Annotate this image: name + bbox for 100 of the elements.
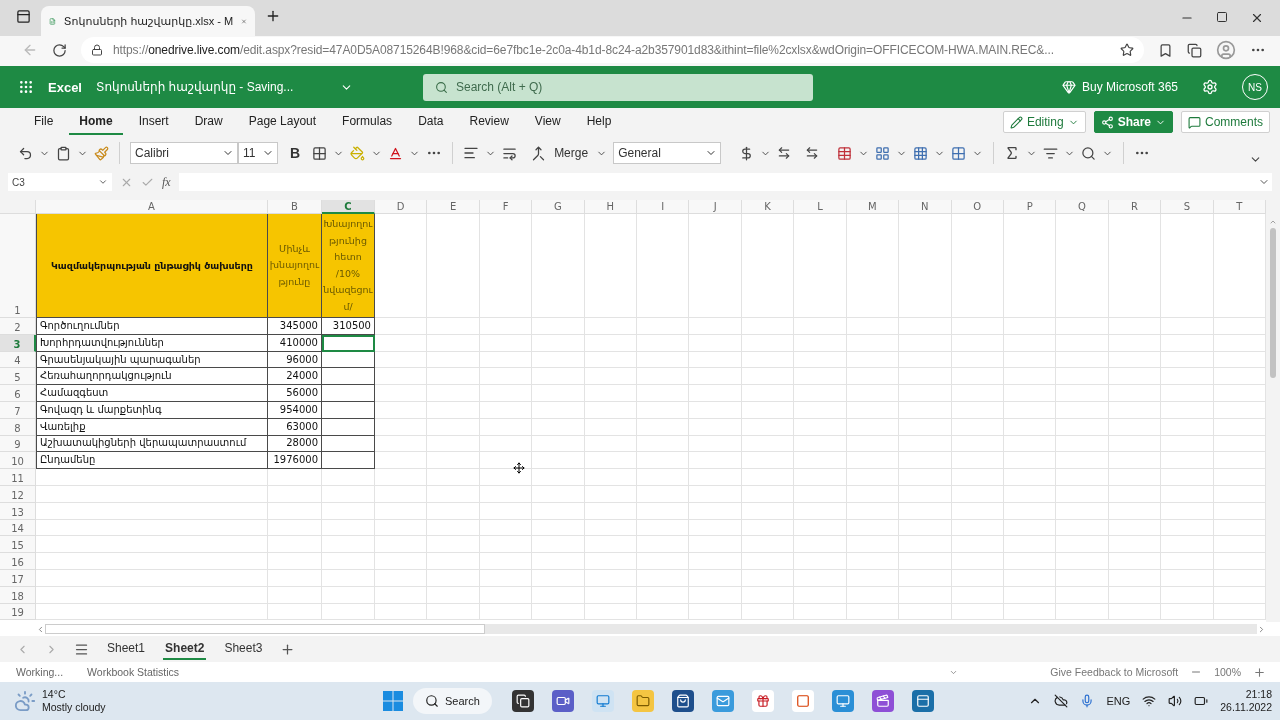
- all-sheets-icon[interactable]: [74, 641, 89, 657]
- store-icon[interactable]: [675, 694, 690, 708]
- select-all-corner[interactable]: [0, 200, 36, 214]
- ribbon-tab[interactable]: Insert: [128, 109, 179, 135]
- column-header[interactable]: T: [1213, 200, 1266, 214]
- sheet-tab[interactable]: Sheet3: [222, 638, 265, 660]
- column-header[interactable]: O: [951, 200, 1004, 214]
- workbook-statistics-link[interactable]: Workbook Statistics: [87, 666, 180, 678]
- microphone-icon[interactable]: [1080, 694, 1095, 708]
- taskbar-search[interactable]: Search: [413, 688, 492, 714]
- sheet-tab[interactable]: Sheet1: [105, 638, 148, 660]
- table-cell[interactable]: 24000: [268, 368, 322, 386]
- video-editor-icon[interactable]: [875, 694, 890, 708]
- bold-button[interactable]: B: [284, 145, 307, 161]
- ribbon-tab[interactable]: Review: [459, 109, 519, 135]
- font-dropdown[interactable]: Calibri: [130, 142, 238, 164]
- column-header[interactable]: K: [741, 200, 795, 214]
- app-launcher-icon[interactable]: [18, 79, 34, 95]
- fill-color-icon[interactable]: [350, 145, 366, 161]
- browser-tab[interactable]: Տոկոսների հաշվարկը.xlsx - M: [41, 6, 255, 36]
- back-icon[interactable]: [22, 42, 38, 58]
- comments-button[interactable]: Comments: [1181, 111, 1270, 133]
- borders-icon[interactable]: [312, 145, 328, 161]
- ribbon-tab[interactable]: Help: [576, 109, 622, 135]
- table-cell[interactable]: 345000: [268, 318, 322, 335]
- favorite-icon[interactable]: [1120, 43, 1134, 57]
- column-header[interactable]: F: [479, 200, 533, 214]
- sort-filter-icon[interactable]: [1043, 145, 1059, 161]
- format-painter-icon[interactable]: [94, 145, 109, 161]
- weather-icon[interactable]: [14, 690, 36, 712]
- address-bar[interactable]: https://onedrive.live.com/edit.aspx?resid=47A0D5A08715264B!968&cid=6e7fbc1e-2c0a-4b1d-8c24-a2b357901d83&ithint=file%2cxlsx&wdOrigin=OFFICECOM-HWA.MAIN.REC&...: [81, 37, 1144, 63]
- video-chat-icon[interactable]: [555, 694, 570, 708]
- row-header[interactable]: 15: [0, 536, 36, 554]
- buy-link[interactable]: Buy Microsoft 365: [1061, 80, 1178, 94]
- column-header[interactable]: I: [637, 200, 690, 214]
- tab-actions-icon[interactable]: [16, 8, 31, 24]
- gift-icon[interactable]: [755, 694, 770, 708]
- clock-date[interactable]: 26.11.2022: [1220, 701, 1272, 714]
- table-cell[interactable]: Հեռահաղորդակցություն: [36, 368, 268, 386]
- cell-style-icon[interactable]: [913, 145, 929, 161]
- window-icon[interactable]: [915, 694, 930, 708]
- ribbon-tab[interactable]: Formulas: [332, 109, 403, 135]
- ribbon-tab[interactable]: Page Layout: [238, 109, 327, 135]
- column-header[interactable]: M: [846, 200, 900, 214]
- volume-icon[interactable]: [1168, 694, 1183, 708]
- temperature[interactable]: 14°C: [42, 688, 106, 701]
- row-header[interactable]: 5: [0, 368, 36, 386]
- scrollbar-thumb[interactable]: [45, 624, 485, 634]
- table-cell[interactable]: Կազմակերպության ընթացիկ ծախսերը: [36, 214, 268, 318]
- table-cell[interactable]: 56000: [268, 385, 322, 402]
- caret-icon[interactable]: [98, 177, 108, 187]
- table-cell[interactable]: 310500: [322, 318, 375, 335]
- name-box[interactable]: C3: [8, 173, 112, 191]
- document-title[interactable]: Տոկոսների հաշվարկը - Saving...: [96, 80, 326, 94]
- table-cell[interactable]: Խնայողությունից հետո /10% նվազեցում/: [322, 214, 375, 318]
- column-header[interactable]: B: [268, 200, 322, 214]
- merge-icon[interactable]: [531, 145, 547, 161]
- table-cell[interactable]: 1976000: [268, 452, 322, 470]
- merge-button[interactable]: Merge: [552, 146, 591, 160]
- collections-icon[interactable]: [1187, 42, 1202, 58]
- diamond-icon[interactable]: [1061, 80, 1076, 94]
- table-cell[interactable]: Մինչև խնայողությունը: [268, 214, 322, 318]
- column-header[interactable]: S: [1161, 200, 1214, 214]
- column-header[interactable]: E: [427, 200, 480, 214]
- ribbon-tab[interactable]: View: [524, 109, 571, 135]
- scroll-right-icon[interactable]: [1257, 624, 1266, 634]
- column-header[interactable]: D: [375, 200, 428, 214]
- row-header[interactable]: 6: [0, 385, 36, 402]
- number-format-dropdown[interactable]: General: [613, 142, 722, 164]
- paste-icon[interactable]: [56, 145, 71, 161]
- editing-button[interactable]: Editing: [1002, 111, 1086, 133]
- settings-icon[interactable]: [1202, 79, 1218, 95]
- column-header[interactable]: R: [1108, 200, 1162, 214]
- comment-icon[interactable]: [1188, 115, 1201, 129]
- column-header[interactable]: H: [584, 200, 638, 214]
- font-size-dropdown[interactable]: 11: [238, 142, 278, 164]
- table-cell[interactable]: Գործուղումներ: [36, 318, 268, 335]
- battery-icon[interactable]: [1194, 694, 1209, 708]
- table-cell[interactable]: Համազգեստ: [36, 385, 268, 402]
- mail-icon[interactable]: [715, 694, 730, 708]
- table-cell[interactable]: [322, 368, 375, 386]
- profile-icon[interactable]: [1216, 40, 1236, 60]
- zoom-level[interactable]: 100%: [1214, 666, 1241, 678]
- reload-icon[interactable]: [52, 42, 67, 58]
- task-view-icon[interactable]: [515, 694, 530, 708]
- conditional-format-icon[interactable]: [837, 145, 853, 161]
- row-header[interactable]: 2: [0, 318, 36, 335]
- row-header[interactable]: 11: [0, 469, 36, 486]
- table-cell[interactable]: Ընդամենը: [36, 452, 268, 470]
- ribbon-tab[interactable]: Draw: [184, 109, 233, 135]
- cloud-off-icon[interactable]: [1054, 694, 1069, 708]
- column-header[interactable]: A: [36, 200, 268, 214]
- clock-time[interactable]: 21:18: [1245, 688, 1272, 701]
- wifi-icon[interactable]: [1142, 694, 1157, 708]
- folder-icon[interactable]: [635, 694, 650, 708]
- row-header[interactable]: 10: [0, 452, 36, 470]
- windows-logo-icon[interactable]: [383, 691, 403, 711]
- font-color-icon[interactable]: [388, 145, 404, 161]
- ribbon-tab[interactable]: Home: [69, 109, 123, 135]
- language-indicator[interactable]: ENG: [1106, 695, 1131, 707]
